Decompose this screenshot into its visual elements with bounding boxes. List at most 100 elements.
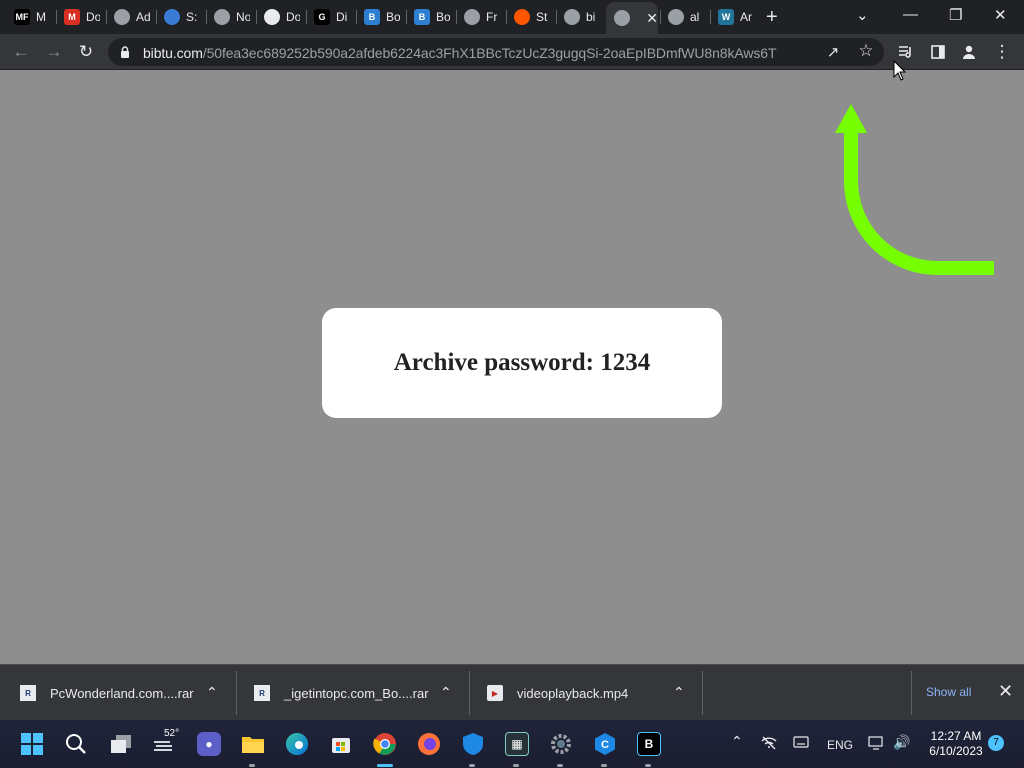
- browser-tab[interactable]: B Bo: [356, 4, 404, 30]
- menu-kebab-icon[interactable]: ⋮: [991, 41, 1013, 63]
- browser-tab[interactable]: al: [660, 4, 708, 30]
- chevron-up-icon[interactable]: ⌃: [206, 684, 218, 701]
- browser-tab[interactable]: No: [206, 4, 254, 30]
- minimize-button[interactable]: —: [903, 6, 918, 23]
- tab-title: Bo: [386, 10, 400, 24]
- chrome-icon[interactable]: [373, 732, 397, 756]
- edge-browser-icon[interactable]: [285, 732, 309, 756]
- show-all-downloads-link[interactable]: Show all: [926, 685, 971, 699]
- browser-tab[interactable]: Ad: [106, 4, 154, 30]
- search-icon[interactable]: [64, 732, 88, 756]
- lock-icon: [121, 46, 129, 58]
- tab-title: Di: [336, 10, 348, 24]
- close-window-button[interactable]: ✕: [994, 6, 1007, 24]
- address-bar[interactable]: bibtu.com/50fea3ec689252b590a2afdeb6224a…: [108, 38, 884, 66]
- bookmark-star-icon[interactable]: ☆: [855, 40, 877, 62]
- download-filename: videoplayback.mp4: [517, 685, 629, 701]
- file-explorer-icon[interactable]: [241, 732, 265, 756]
- forward-button[interactable]: →: [43, 41, 65, 63]
- task-view-icon[interactable]: [109, 732, 133, 756]
- browser-tab[interactable]: M Do: [56, 4, 104, 30]
- side-panel-icon[interactable]: [927, 41, 949, 63]
- tab-title: Ad: [136, 10, 150, 24]
- share-icon[interactable]: ↗: [822, 41, 844, 63]
- windows-taskbar: 52° ● ▦ C B ⌃ ENG 🔊 12:27 AM 6/10/2023 7: [0, 720, 1024, 768]
- tab-favicon-icon: [564, 9, 580, 25]
- restore-button[interactable]: ❐: [949, 6, 962, 24]
- tab-favicon-icon: [514, 9, 530, 25]
- browser-tab[interactable]: S:: [156, 4, 204, 30]
- firefox-icon[interactable]: [417, 732, 441, 756]
- clock-date: 6/10/2023: [929, 744, 983, 758]
- tab-title: No: [236, 10, 250, 24]
- tab-title: Fr: [486, 10, 498, 24]
- tab-title: Ar: [740, 10, 752, 24]
- url-path: /50fea3ec689252b590a2afdeb6224ac3FhX1BBc…: [202, 45, 777, 61]
- tab-favicon-icon: [614, 10, 630, 26]
- tab-search-chevron-icon[interactable]: ⌄: [856, 6, 869, 24]
- download-item[interactable]: ▶ videoplayback.mp4 ⌃: [487, 665, 703, 721]
- mouse-cursor-icon: [893, 60, 907, 81]
- download-bar: R PcWonderland.com....rar ⌃ R _igetintop…: [0, 664, 1024, 720]
- back-button[interactable]: ←: [10, 41, 32, 63]
- tab-favicon-icon: [264, 9, 280, 25]
- green-arrow-icon: [835, 104, 994, 275]
- browser-tab[interactable]: ✕: [606, 2, 658, 34]
- settings-gear-icon[interactable]: [549, 732, 573, 756]
- network-disconnected-icon[interactable]: [761, 736, 777, 753]
- tab-favicon-icon: B: [414, 9, 430, 25]
- chevron-up-icon[interactable]: ⌃: [673, 684, 685, 701]
- rar-file-icon: R: [20, 685, 36, 701]
- tab-favicon-icon: [464, 9, 480, 25]
- video-editor-icon[interactable]: ▦: [505, 732, 529, 756]
- tab-title: St: [536, 10, 548, 24]
- ccleaner-icon[interactable]: C: [593, 732, 617, 756]
- teams-chat-icon[interactable]: ●: [197, 732, 221, 756]
- tab-title: M: [36, 10, 46, 24]
- tab-title: S:: [186, 10, 198, 24]
- show-hidden-icons-chevron-icon[interactable]: ⌃: [731, 733, 743, 750]
- tab-favicon-icon: W: [718, 9, 734, 25]
- download-item[interactable]: R PcWonderland.com....rar ⌃: [20, 665, 240, 721]
- microsoft-store-icon[interactable]: [329, 732, 353, 756]
- browser-tab[interactable]: Do: [256, 4, 304, 30]
- rar-file-icon: R: [254, 685, 270, 701]
- tab-favicon-icon: G: [314, 9, 330, 25]
- display-icon[interactable]: [868, 736, 884, 753]
- url-domain: bibtu.com: [143, 45, 203, 61]
- browser-tab[interactable]: B Bo: [406, 4, 454, 30]
- browser-tab[interactable]: bi: [556, 4, 604, 30]
- notification-badge[interactable]: 7: [988, 735, 1004, 751]
- browser-tab[interactable]: W Ar: [710, 4, 758, 30]
- reload-button[interactable]: ↻: [75, 41, 97, 63]
- keyboard-icon[interactable]: [793, 736, 809, 751]
- browser-tab[interactable]: Fr: [456, 4, 504, 30]
- close-download-bar-icon[interactable]: ✕: [998, 681, 1013, 702]
- tab-strip: MF M M Do Ad S: No Do G Di B Bo B Bo Fr St bi ✕ al W Ar + ⌄ …: [0, 0, 1024, 34]
- windows-start-icon[interactable]: [20, 732, 44, 756]
- archive-password-text: Archive password: 1234: [393, 349, 651, 376]
- browser-tab[interactable]: G Di: [306, 4, 354, 30]
- tab-favicon-icon: [668, 9, 684, 25]
- tab-favicon-icon: B: [364, 9, 380, 25]
- tab-title: bi: [586, 10, 596, 24]
- system-clock[interactable]: 12:27 AM 6/10/2023: [918, 729, 994, 759]
- tab-title: al: [690, 10, 700, 24]
- bluestacks-app-icon[interactable]: B: [637, 732, 661, 756]
- download-item[interactable]: R _igetintopc.com_Bo....rar ⌃: [254, 665, 470, 721]
- tab-favicon-icon: MF: [14, 9, 30, 25]
- chrome-running-indicator: [377, 764, 393, 767]
- tab-close-icon[interactable]: ✕: [646, 10, 658, 27]
- tab-favicon-icon: [214, 9, 230, 25]
- browser-tab[interactable]: St: [506, 4, 554, 30]
- chevron-up-icon[interactable]: ⌃: [440, 684, 452, 701]
- input-language[interactable]: ENG: [827, 738, 853, 752]
- tab-title: Bo: [436, 10, 450, 24]
- url-text[interactable]: bibtu.com/50fea3ec689252b590a2afdeb6224a…: [143, 45, 777, 61]
- svg-text:C: C: [601, 739, 609, 751]
- new-tab-button[interactable]: +: [766, 7, 778, 27]
- profile-avatar-icon[interactable]: [958, 41, 980, 63]
- browser-tab[interactable]: MF M: [6, 4, 54, 30]
- volume-icon[interactable]: 🔊: [893, 734, 910, 751]
- security-shield-icon[interactable]: [461, 732, 485, 756]
